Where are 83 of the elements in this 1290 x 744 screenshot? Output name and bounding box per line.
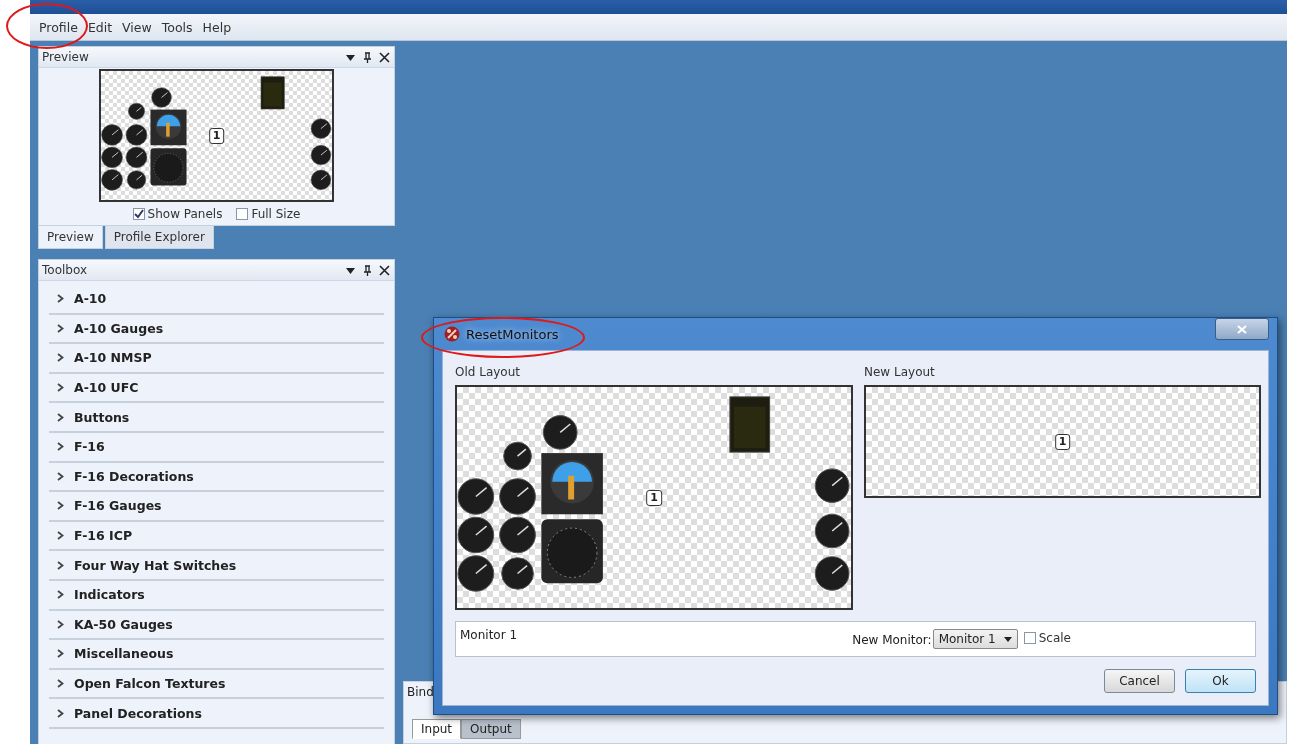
toolbox-category[interactable]: A-10 (49, 285, 384, 315)
toolbox-category[interactable]: Buttons (49, 403, 384, 433)
chevron-icon[interactable] (57, 471, 64, 481)
toolbox-category[interactable]: Miscellaneous (49, 640, 384, 670)
chevron-icon[interactable] (57, 679, 64, 688)
layout-label: Old Layout (455, 365, 521, 379)
toolbox-category[interactable]: F-16 Gauges (49, 492, 384, 522)
toolbox-category[interactable]: Open Falcon Textures (49, 669, 384, 700)
tab[interactable]: Profile Explorer (104, 226, 214, 249)
checkbox[interactable] (132, 208, 145, 220)
monitor-badge: 1 (1054, 433, 1071, 450)
close-icon[interactable] (379, 264, 390, 276)
toolbox-category[interactable]: F-16 ICP (49, 521, 384, 552)
category-label: F-16 ICP (74, 528, 133, 544)
category-label: F-16 (74, 439, 105, 455)
field-label: New Monitor: (852, 633, 932, 647)
category-label: Four Way Hat Switches (74, 557, 237, 573)
toolbox-category[interactable]: Panel Decorations (49, 699, 384, 729)
category-label: F-16 Gauges (74, 498, 162, 514)
chevron-icon[interactable] (57, 323, 64, 333)
close-icon[interactable] (379, 51, 390, 63)
chevron-icon[interactable] (57, 383, 64, 393)
category-label: A-10 NMSP (74, 350, 152, 366)
category-label: A-10 UFC (74, 380, 139, 396)
category-label: Open Falcon Textures (74, 676, 226, 691)
menu-item[interactable]: View (117, 17, 157, 37)
category-label: Indicators (74, 587, 145, 603)
pin-icon[interactable] (362, 264, 373, 276)
checkbox-label: Scale (1038, 631, 1071, 645)
close-icon (1237, 324, 1247, 334)
dialog-button[interactable]: Cancel (1104, 669, 1175, 693)
menu-item[interactable]: Tools (156, 17, 198, 37)
toolbox-category[interactable]: Four Way Hat Switches (49, 551, 384, 581)
toolbox-category[interactable]: A-10 Gauges (49, 314, 384, 345)
dialog-button[interactable]: Ok (1185, 669, 1256, 693)
app-icon (444, 326, 460, 342)
chevron-icon[interactable] (57, 590, 64, 600)
toolbox-category[interactable]: Indicators (49, 580, 384, 611)
close-button[interactable] (1215, 318, 1269, 340)
toolbox-category[interactable]: A-10 UFC (49, 373, 384, 404)
chevron-icon[interactable] (57, 442, 64, 452)
chevron-icon[interactable] (57, 619, 64, 629)
chevron-icon[interactable] (57, 353, 64, 363)
toolbox-category[interactable]: A-10 NMSP (49, 344, 384, 374)
layout-label: New Layout (864, 365, 936, 379)
category-label: Miscellaneous (74, 646, 174, 662)
menu-item[interactable]: Profile (34, 17, 83, 37)
category-label: F-16 Decorations (74, 468, 194, 484)
chevron-icon[interactable] (57, 531, 64, 541)
monitor-name: Monitor 1 (460, 628, 519, 642)
toolbox-category[interactable]: F-16 Decorations (49, 462, 384, 493)
category-label: Buttons (74, 409, 130, 425)
chevron-icon[interactable] (57, 708, 64, 718)
chevron-icon[interactable] (57, 412, 64, 422)
checkbox-label: Full Size (251, 207, 301, 221)
tab[interactable]: Output (461, 719, 521, 739)
caret-icon (1003, 636, 1012, 642)
category-label: A-10 Gauges (74, 320, 164, 336)
panel-title: Preview (42, 50, 90, 64)
checkbox-label: Show Panels (147, 207, 223, 221)
category-label: Panel Decorations (74, 705, 202, 721)
category-label: A-10 (74, 291, 107, 307)
monitor-dropdown[interactable]: Monitor 1 (932, 629, 1018, 649)
dialog-title: ResetMonitors (466, 326, 560, 342)
monitor-badge: 1 (208, 127, 225, 144)
pin-icon[interactable] (362, 51, 373, 63)
category-label: KA-50 Gauges (74, 616, 173, 632)
toolbox-category[interactable]: KA-50 Gauges (49, 610, 384, 641)
chevron-icon[interactable] (57, 501, 64, 511)
chevron-icon[interactable] (57, 560, 64, 570)
menu-item[interactable]: Edit (82, 17, 118, 37)
panel-title: Bind (407, 685, 434, 699)
chevron-icon[interactable] (57, 294, 64, 304)
monitor-badge: 1 (646, 489, 662, 506)
toolbox-category[interactable]: F-16 (49, 432, 384, 463)
checkbox[interactable] (1023, 632, 1036, 644)
panel-title: Toolbox (42, 263, 88, 277)
tab[interactable]: Preview (38, 226, 103, 249)
tab[interactable]: Input (412, 719, 462, 739)
checkbox[interactable] (236, 208, 249, 220)
chevron-icon[interactable] (57, 649, 64, 659)
menu-item[interactable]: Help (197, 17, 237, 37)
monitor-list-item[interactable]: Monitor 1 New Monitor: Monitor 1 Scale (455, 621, 1256, 657)
